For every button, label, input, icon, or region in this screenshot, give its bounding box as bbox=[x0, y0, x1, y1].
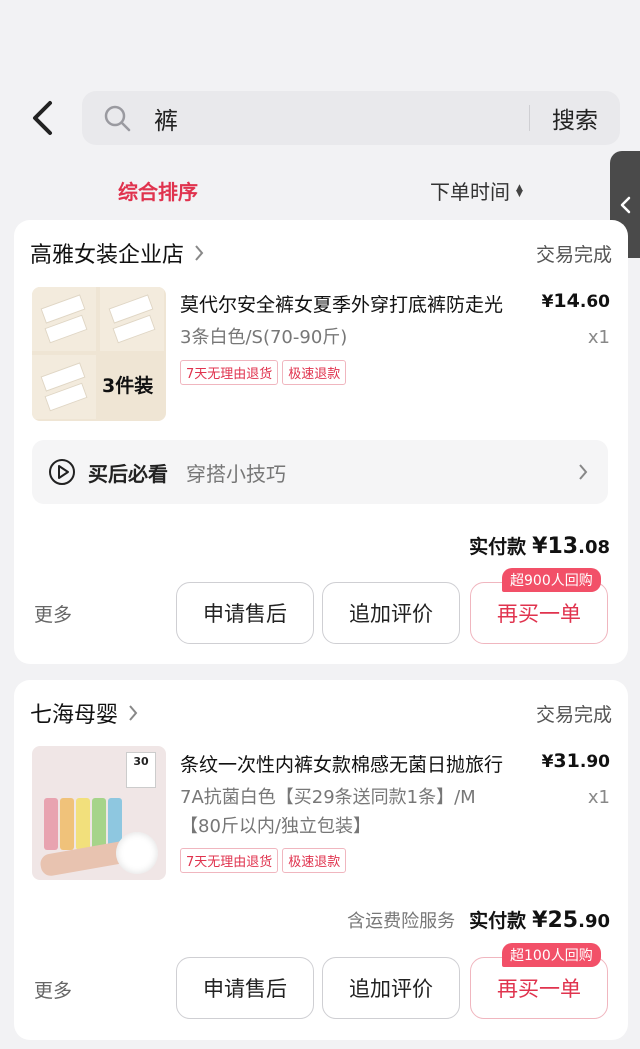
product-spec-line1: 7A抗菌白色【买29条送同款1条】/M bbox=[180, 787, 476, 808]
more-link[interactable]: 更多 bbox=[34, 600, 72, 627]
service-tags: 7天无理由退货 极速退款 bbox=[180, 360, 347, 385]
search-icon bbox=[102, 103, 132, 133]
more-link[interactable]: 更多 bbox=[34, 976, 72, 1003]
order-status: 交易完成 bbox=[535, 703, 612, 726]
rebuy-badge: 超100人回购 bbox=[502, 943, 601, 967]
order-card: 七海母婴 交易完成 30 条纹一次性内裤女款棉感无菌日抛旅行 ¥31.90 7A… bbox=[14, 680, 628, 1040]
play-circle-icon bbox=[48, 458, 76, 486]
tag-return-policy: 7天无理由退货 bbox=[180, 848, 279, 873]
search-input[interactable] bbox=[154, 104, 529, 132]
product-price: ¥31.90 bbox=[541, 750, 610, 772]
thumbnail-badge: 3件装 bbox=[102, 375, 154, 397]
after-purchase-tips[interactable]: 买后必看 穿搭小技巧 bbox=[32, 440, 608, 504]
search-bar: 搜索 bbox=[82, 91, 620, 145]
shipping-insurance-note: 含运费险服务 bbox=[347, 911, 456, 932]
shop-name: 七海母婴 bbox=[30, 703, 119, 728]
paid-amount-row: 实付款 ¥13.08 bbox=[469, 532, 610, 559]
back-button[interactable] bbox=[22, 96, 62, 140]
add-review-button[interactable]: 追加评价 bbox=[322, 957, 460, 1019]
paid-amount-row: 含运费险服务 实付款 ¥25.90 bbox=[347, 906, 610, 933]
search-button[interactable]: 搜索 bbox=[530, 101, 620, 135]
paid-amount: ¥13.08 bbox=[532, 534, 610, 559]
after-sale-button[interactable]: 申请售后 bbox=[176, 957, 314, 1019]
tab-order-time[interactable]: 下单时间 ▲ ▼ bbox=[430, 176, 523, 205]
filter-row: 综合排序 下单时间 ▲ ▼ bbox=[0, 170, 640, 210]
order-card: 高雅女装企业店 交易完成 3件装 莫代尔安全裤女夏季外穿打底裤防走光 ¥14.6… bbox=[14, 220, 628, 664]
product-thumbnail[interactable]: 3件装 bbox=[32, 287, 166, 421]
product-quantity: x1 bbox=[587, 327, 610, 348]
back-chevron-icon bbox=[33, 101, 52, 135]
product-title[interactable]: 条纹一次性内裤女款棉感无菌日抛旅行 bbox=[180, 750, 528, 777]
tip-subtitle: 穿搭小技巧 bbox=[186, 461, 286, 486]
tag-fast-refund: 极速退款 bbox=[282, 848, 347, 873]
after-sale-button[interactable]: 申请售后 bbox=[176, 582, 314, 644]
chevron-right-icon bbox=[578, 462, 590, 482]
tag-fast-refund: 极速退款 bbox=[282, 360, 347, 385]
product-thumbnail[interactable]: 30 bbox=[32, 746, 166, 880]
shop-row[interactable]: 七海母婴 交易完成 bbox=[30, 698, 612, 728]
paid-label: 实付款 bbox=[469, 910, 527, 932]
product-spec: 7A抗菌白色【买29条送同款1条】/M 【80斤以内/独立包装】 bbox=[180, 783, 560, 841]
product-price: ¥14.60 bbox=[541, 290, 610, 312]
chevron-right-icon bbox=[194, 243, 208, 263]
chevron-right-icon bbox=[128, 703, 142, 723]
order-time-label: 下单时间 bbox=[430, 180, 510, 204]
order-status: 交易完成 bbox=[535, 243, 612, 266]
product-spec: 3条白色/S(70-90斤) bbox=[180, 327, 348, 348]
service-tags: 7天无理由退货 极速退款 bbox=[180, 848, 347, 873]
product-quantity: x1 bbox=[587, 787, 610, 808]
package-count-badge: 30 bbox=[126, 752, 156, 788]
product-spec-line2: 【80斤以内/独立包装】 bbox=[180, 816, 371, 837]
paid-label: 实付款 bbox=[469, 536, 527, 558]
paid-amount: ¥25.90 bbox=[532, 908, 610, 933]
rebuy-badge: 超900人回购 bbox=[502, 568, 601, 592]
sort-arrows-icon: ▲ ▼ bbox=[516, 182, 523, 199]
side-collapse-icon bbox=[620, 196, 631, 213]
tab-comprehensive-sort[interactable]: 综合排序 bbox=[118, 176, 198, 205]
add-review-button[interactable]: 追加评价 bbox=[322, 582, 460, 644]
shop-row[interactable]: 高雅女装企业店 交易完成 bbox=[30, 238, 612, 268]
shop-name: 高雅女装企业店 bbox=[30, 243, 185, 268]
tip-title: 买后必看 bbox=[88, 461, 168, 486]
product-title[interactable]: 莫代尔安全裤女夏季外穿打底裤防走光 bbox=[180, 290, 528, 317]
tag-return-policy: 7天无理由退货 bbox=[180, 360, 279, 385]
